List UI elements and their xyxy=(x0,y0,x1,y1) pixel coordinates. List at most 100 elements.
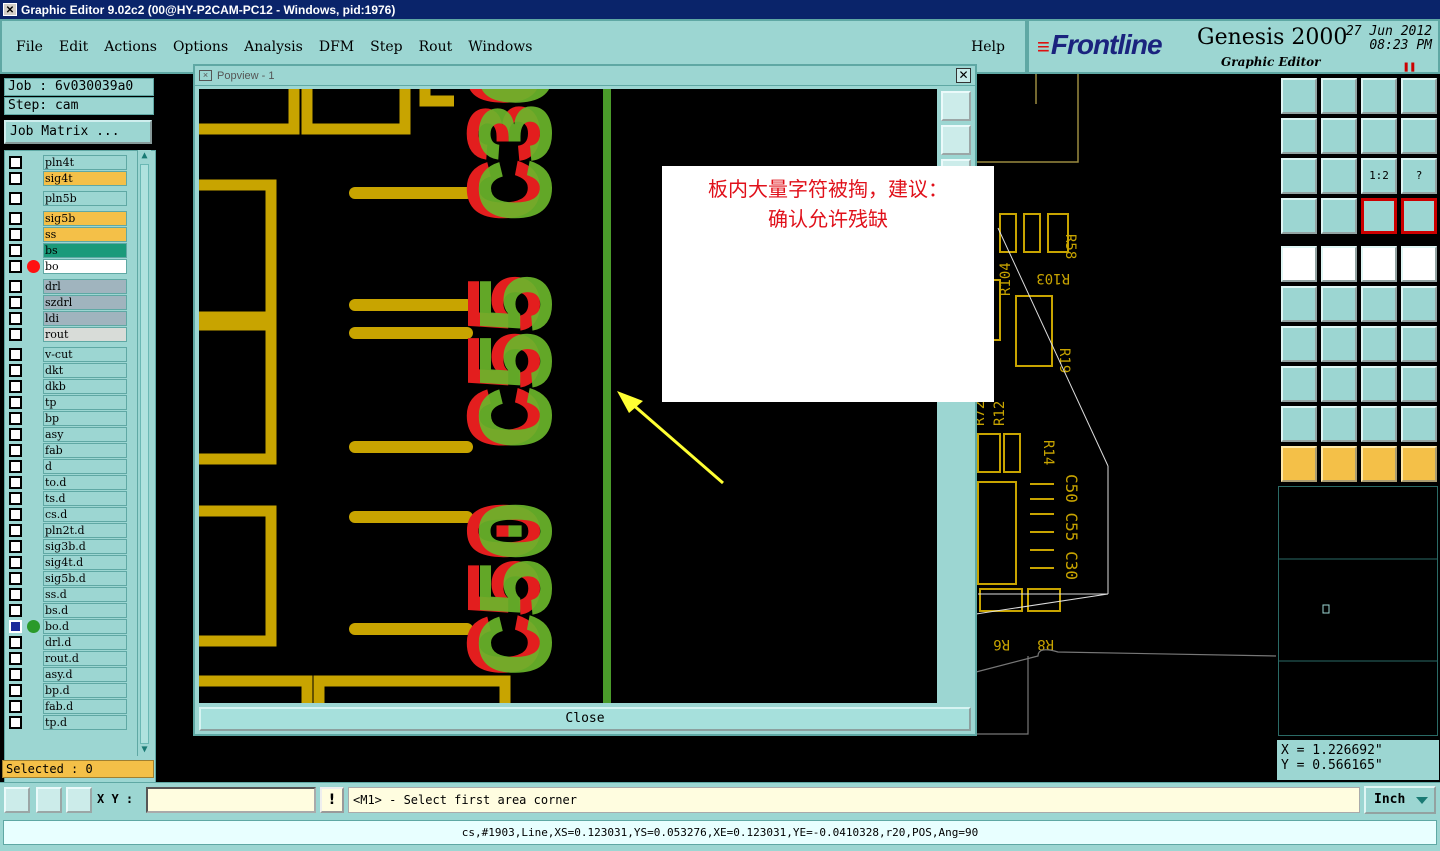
overview-panel[interactable] xyxy=(1278,486,1438,736)
layer-checkbox[interactable] xyxy=(9,604,22,617)
layer-name[interactable]: ldi xyxy=(43,311,127,326)
layer-row-sig3b.d[interactable]: sig3b.d xyxy=(7,539,131,554)
layer-name[interactable]: tp xyxy=(43,395,127,410)
layer-checkbox[interactable] xyxy=(9,508,22,521)
layer-row-ss.d[interactable]: ss.d xyxy=(7,587,131,602)
layer-name[interactable]: rout xyxy=(43,327,127,342)
layer-checkbox[interactable] xyxy=(9,280,22,293)
arc-icon[interactable] xyxy=(1361,326,1397,362)
home-view-icon[interactable] xyxy=(1361,78,1397,114)
layer-name[interactable]: fab xyxy=(43,443,127,458)
layer-row-cs.d[interactable]: cs.d xyxy=(7,507,131,522)
move-point2-icon[interactable] xyxy=(1401,286,1437,322)
layer-checkbox[interactable] xyxy=(9,172,22,185)
scroll-up-icon[interactable]: ▲ xyxy=(138,150,151,162)
layer-name[interactable]: pln5b xyxy=(43,191,127,206)
layer-name[interactable]: d xyxy=(43,459,127,474)
layer-name[interactable]: sig4t.d xyxy=(43,555,127,570)
layer-row-rout.d[interactable]: rout.d xyxy=(7,651,131,666)
popview-close-icon[interactable]: ✕ xyxy=(956,68,971,83)
layer-row-asy[interactable]: asy xyxy=(7,427,131,442)
add-feature-icon[interactable] xyxy=(1281,246,1317,282)
ruler-icon[interactable] xyxy=(1361,246,1397,282)
layer-checkbox[interactable] xyxy=(9,244,22,257)
layer-row-rout[interactable]: rout xyxy=(7,327,131,342)
layer-name[interactable]: drl.d xyxy=(43,635,127,650)
layer-name[interactable]: tp.d xyxy=(43,715,127,730)
layer-scrollbar[interactable]: ▲ ▼ xyxy=(137,150,151,756)
snap-grid-icon[interactable] xyxy=(66,787,92,813)
menu-dfm[interactable]: DFM xyxy=(311,39,362,55)
fit-all-icon[interactable] xyxy=(1321,158,1357,194)
layer-row-fab.d[interactable]: fab.d xyxy=(7,699,131,714)
grid-icon[interactable] xyxy=(1321,198,1357,234)
layer-row-bp.d[interactable]: bp.d xyxy=(7,683,131,698)
layers-red-icon[interactable] xyxy=(1361,198,1397,234)
fit-vertical-icon[interactable] xyxy=(1281,158,1317,194)
job-matrix-button[interactable]: Job Matrix ... xyxy=(4,120,152,144)
layer-checkbox[interactable] xyxy=(9,620,22,633)
layer-row-bo[interactable]: bo xyxy=(7,259,131,274)
menu-edit[interactable]: Edit xyxy=(51,39,96,55)
layer-name[interactable]: asy xyxy=(43,427,127,442)
menu-step[interactable]: Step xyxy=(362,39,410,55)
layer-row-drl[interactable]: drl xyxy=(7,279,131,294)
layer-row-bs[interactable]: bs xyxy=(7,243,131,258)
layer-row-sig5b.d[interactable]: sig5b.d xyxy=(7,571,131,586)
layer-name[interactable]: pln2t.d xyxy=(43,523,127,538)
layer-row-dkb[interactable]: dkb xyxy=(7,379,131,394)
layer-name[interactable]: dkt xyxy=(43,363,127,378)
layer-checkbox[interactable] xyxy=(9,296,22,309)
layer-row-pln5b[interactable]: pln5b xyxy=(7,191,131,206)
line-icon[interactable] xyxy=(1321,326,1357,362)
layers-net-icon[interactable] xyxy=(1401,198,1437,234)
popview-home-icon[interactable] xyxy=(941,125,971,155)
triangle-a-boxed-icon[interactable] xyxy=(1361,406,1397,442)
layer-checkbox[interactable] xyxy=(9,716,22,729)
select-pointer-icon[interactable] xyxy=(1281,446,1317,482)
delete-node-icon[interactable] xyxy=(1321,286,1357,322)
layer-checkbox[interactable] xyxy=(9,396,22,409)
zoom-back-icon[interactable] xyxy=(1321,78,1357,114)
layer-name[interactable]: bo xyxy=(43,259,127,274)
layer-checkbox[interactable] xyxy=(9,492,22,505)
split-view-icon[interactable] xyxy=(1401,78,1437,114)
triangle-icon[interactable] xyxy=(1281,406,1317,442)
layer-row-sig5b[interactable]: sig5b xyxy=(7,211,131,226)
transform-icon[interactable] xyxy=(1281,366,1317,402)
layer-name[interactable]: fab.d xyxy=(43,699,127,714)
snap-flip-icon[interactable] xyxy=(1401,326,1437,362)
layer-checkbox[interactable] xyxy=(9,684,22,697)
layer-name[interactable]: ss xyxy=(43,227,127,242)
scroll-thumb[interactable] xyxy=(140,164,149,744)
menu-file[interactable]: File xyxy=(8,39,51,55)
layer-row-fab[interactable]: fab xyxy=(7,443,131,458)
snap-angle-icon[interactable] xyxy=(36,787,62,813)
menu-windows[interactable]: Windows xyxy=(460,39,540,55)
layer-name[interactable]: bo.d xyxy=(43,619,127,634)
layer-checkbox[interactable] xyxy=(9,412,22,425)
layer-name[interactable]: ts.d xyxy=(43,491,127,506)
layer-row-ss[interactable]: ss xyxy=(7,227,131,242)
zoom-area-icon[interactable] xyxy=(4,787,30,813)
layer-name[interactable]: sig5b xyxy=(43,211,127,226)
layer-row-tp.d[interactable]: tp.d xyxy=(7,715,131,730)
layer-row-tp[interactable]: tp xyxy=(7,395,131,410)
layer-name[interactable]: rout.d xyxy=(43,651,127,666)
layer-row-ldi[interactable]: ldi xyxy=(7,311,131,326)
layer-name[interactable]: bp.d xyxy=(43,683,127,698)
popview-zoom-icon[interactable] xyxy=(941,91,971,121)
layer-row-pln4t[interactable]: pln4t xyxy=(7,155,131,170)
layer-name[interactable]: asy.d xyxy=(43,667,127,682)
layer-row-d[interactable]: d xyxy=(7,459,131,474)
layer-checkbox[interactable] xyxy=(9,212,22,225)
layer-name[interactable]: szdrl xyxy=(43,295,127,310)
center-icon[interactable] xyxy=(1361,366,1397,402)
layer-name[interactable]: ss.d xyxy=(43,587,127,602)
layer-checkbox[interactable] xyxy=(9,260,22,273)
layer-checkbox[interactable] xyxy=(9,428,22,441)
layer-checkbox[interactable] xyxy=(9,312,22,325)
connect-icon[interactable] xyxy=(1281,286,1317,322)
layer-row-sig4t[interactable]: sig4t xyxy=(7,171,131,186)
layer-name[interactable]: bp xyxy=(43,411,127,426)
